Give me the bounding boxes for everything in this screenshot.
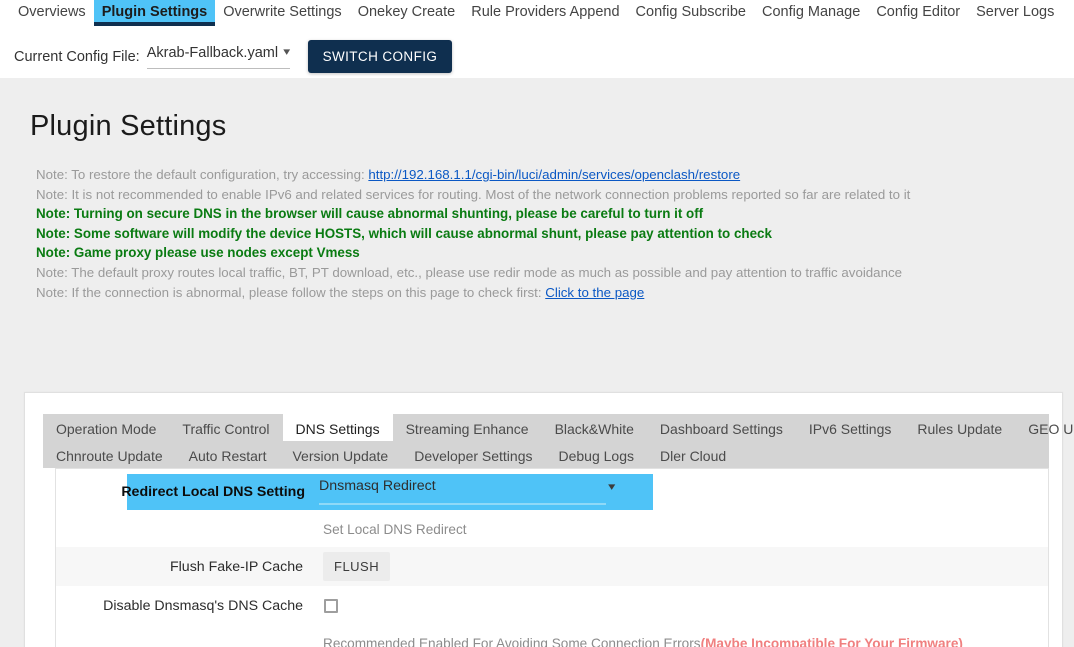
tab-geo-update[interactable]: GEO Update (1015, 414, 1074, 441)
select-underline (319, 502, 606, 505)
nav-tab-config-editor[interactable]: Config Editor (868, 0, 968, 26)
disable-dnsmasq-cache-checkbox[interactable] (324, 598, 338, 613)
tab-streaming-enhance[interactable]: Streaming Enhance (393, 414, 542, 441)
note-secure-dns: Note: Turning on secure DNS in the brows… (36, 206, 704, 222)
nav-tab-rule-providers-append[interactable]: Rule Providers Append (463, 0, 627, 26)
tab-operation-mode[interactable]: Operation Mode (43, 414, 169, 441)
nav-tab-overviews[interactable]: Overviews (10, 0, 94, 26)
flush-button[interactable]: FLUSH (323, 552, 391, 581)
redirect-local-dns-label: Redirect Local DNS Setting (121, 473, 313, 510)
settings-tab-row-2: Chnroute Update Auto Restart Version Upd… (43, 441, 1049, 468)
hint-warning-text: (Maybe Incompatible For Your Firmware) (700, 635, 963, 647)
form-row-flush-fakeip-cache: Flush Fake-IP Cache FLUSH (56, 547, 1048, 586)
redirect-local-dns-hint-row: Set Local DNS Redirect (56, 511, 1048, 547)
tab-ipv6-settings[interactable]: IPv6 Settings (796, 414, 905, 441)
tab-dashboard-settings[interactable]: Dashboard Settings (647, 414, 796, 441)
tab-auto-restart[interactable]: Auto Restart (176, 441, 280, 468)
flush-fakeip-cache-label: Flush Fake-IP Cache (169, 558, 303, 575)
nav-tab-plugin-settings[interactable]: Plugin Settings (93, 0, 216, 26)
redirect-local-dns-select[interactable]: Dnsmasq Redirect ▾ (313, 473, 653, 510)
notes-list: Note: To restore the default configurati… (0, 143, 1074, 302)
hint-normal-text: Recommended Enabled For Avoiding Some Co… (323, 635, 701, 647)
page-body: Plugin Settings Note: To restore the def… (0, 78, 1074, 647)
disable-dnsmasq-cache-hint-row: Recommended Enabled For Avoiding Some Co… (56, 625, 1048, 647)
check-page-link[interactable]: Click to the page (545, 285, 644, 300)
tab-traffic-control[interactable]: Traffic Control (169, 414, 282, 441)
redirect-local-dns-hint: Set Local DNS Redirect (323, 521, 467, 537)
config-file-select[interactable]: Akrab-Fallback.yaml ▾ (146, 44, 291, 69)
note-hosts: Note: Some software will modify the devi… (36, 225, 772, 241)
nav-tab-overwrite-settings[interactable]: Overwrite Settings (215, 0, 349, 26)
nav-tab-server-logs[interactable]: Server Logs (968, 0, 1062, 26)
tab-dns-settings[interactable]: DNS Settings (282, 414, 393, 441)
top-header: Overviews Plugin Settings Overwrite Sett… (0, 0, 1074, 78)
main-nav-tabs: Overviews Plugin Settings Overwrite Sett… (0, 0, 1074, 26)
redirect-local-dns-value: Dnsmasq Redirect (319, 477, 436, 494)
config-file-value: Akrab-Fallback.yaml (146, 44, 279, 61)
settings-tab-row-1: Operation Mode Traffic Control DNS Setti… (43, 414, 1074, 441)
switch-config-button[interactable]: SWITCH CONFIG (307, 40, 453, 73)
note-text: Note: To restore the default configurati… (36, 167, 369, 182)
note-text: Note: If the connection is abnormal, ple… (36, 284, 546, 300)
nav-tab-config-manage[interactable]: Config Manage (754, 0, 868, 26)
disable-dnsmasq-cache-control (313, 598, 1048, 613)
note-game-proxy: Note: Game proxy please use nodes except… (36, 245, 360, 261)
flush-fakeip-cache-control: FLUSH (313, 552, 1048, 581)
tab-rules-update[interactable]: Rules Update (904, 414, 1015, 441)
tab-chnroute-update[interactable]: Chnroute Update (43, 441, 176, 468)
tab-developer-settings[interactable]: Developer Settings (401, 441, 545, 468)
settings-panel: Operation Mode Traffic Control DNS Setti… (24, 392, 1074, 647)
config-file-row: Current Config File: Akrab-Fallback.yaml… (0, 40, 1074, 73)
note-connection-abnormal: Note: If the connection is abnormal, ple… (36, 283, 1074, 303)
chevron-down-icon: ▾ (608, 480, 616, 493)
tab-debug-logs[interactable]: Debug Logs (546, 441, 648, 468)
restore-link[interactable]: http://192.168.1.1/cgi-bin/luci/admin/se… (368, 167, 740, 182)
page-title: Plugin Settings (30, 110, 227, 142)
nav-tab-onekey-create[interactable]: Onekey Create (350, 0, 464, 26)
form-row-redirect-local-dns: Redirect Local DNS Setting Dnsmasq Redir… (56, 472, 1048, 511)
disable-dnsmasq-cache-label: Disable Dnsmasq's DNS Cache (103, 597, 303, 614)
chevron-down-icon: ▾ (283, 46, 291, 58)
disable-dnsmasq-cache-hint: Recommended Enabled For Avoiding Some Co… (313, 636, 963, 647)
config-file-label: Current Config File: (14, 48, 140, 65)
form-row-disable-dnsmasq-cache: Disable Dnsmasq's DNS Cache (56, 586, 1048, 625)
settings-tab-strip: Operation Mode Traffic Control DNS Setti… (43, 414, 1074, 468)
tab-version-update[interactable]: Version Update (279, 441, 401, 468)
nav-tab-config-subscribe[interactable]: Config Subscribe (628, 0, 754, 26)
tab-black-and-white[interactable]: Black&White (542, 414, 647, 441)
note-default-proxy: Note: The default proxy routes local tra… (36, 264, 903, 280)
tab-dler-cloud[interactable]: Dler Cloud (647, 441, 739, 468)
note-restore-default: Note: To restore the default configurati… (36, 165, 1074, 185)
dns-settings-form: Redirect Local DNS Setting Dnsmasq Redir… (55, 468, 1049, 647)
note-ipv6: Note: It is not recommended to enable IP… (36, 186, 911, 202)
